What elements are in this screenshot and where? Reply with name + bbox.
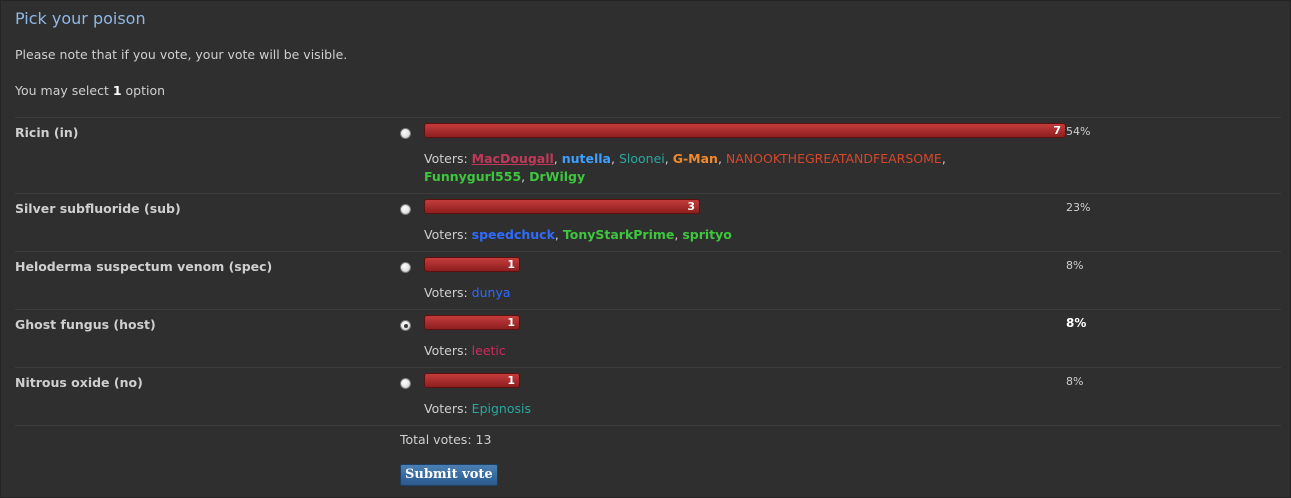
voter-separator: , <box>611 151 619 166</box>
option-radio[interactable] <box>400 378 411 389</box>
option-radio[interactable] <box>400 320 411 331</box>
voter-link[interactable]: NANOOKTHEGREATANDFEARSOME <box>726 151 942 166</box>
poll-option-row: Nitrous oxide (no) 1 8% Voters: Epignosi… <box>15 367 1281 426</box>
voter-separator: , <box>717 151 726 166</box>
voter-link[interactable]: TonyStarkPrime <box>563 227 675 242</box>
voter-link[interactable]: speedchuck <box>472 227 555 242</box>
vote-percent: 23% <box>1066 201 1091 214</box>
voter-link[interactable]: G-Man <box>673 151 718 166</box>
voters-label: Voters: <box>424 343 468 358</box>
option-label: Ricin (in) <box>15 125 79 140</box>
poll-option-row: Silver subfluoride (sub) 3 23% Voters: s… <box>15 193 1281 252</box>
result-bar: 1 <box>424 257 520 272</box>
option-radio[interactable] <box>400 204 411 215</box>
voter-separator: , <box>554 227 563 242</box>
vote-count: 1 <box>507 316 515 329</box>
voters-label: Voters: <box>424 151 468 166</box>
select-prefix: You may select <box>15 83 113 98</box>
vote-count: 7 <box>1053 124 1061 137</box>
option-label: Heloderma suspectum venom (spec) <box>15 259 273 274</box>
voter-list: Voters: leetic <box>424 342 1034 360</box>
voter-names: leetic <box>472 343 506 358</box>
total-votes: Total votes: 13 <box>400 432 492 447</box>
voter-separator: , <box>521 169 530 184</box>
divider <box>15 425 1281 426</box>
voter-link[interactable]: Funnygurl555 <box>424 169 521 184</box>
voter-names: dunya <box>472 285 511 300</box>
option-label: Nitrous oxide (no) <box>15 375 143 390</box>
voter-link[interactable]: sprityo <box>682 227 732 242</box>
option-label: Ghost fungus (host) <box>15 317 156 332</box>
voter-link[interactable]: Epignosis <box>472 401 531 416</box>
result-bar: 7 <box>424 123 1066 138</box>
voter-link[interactable]: leetic <box>472 343 506 358</box>
voter-separator: , <box>664 151 673 166</box>
option-radio[interactable] <box>400 128 411 139</box>
voter-names: MacDougall, nutella, Sloonei, G-Man, NAN… <box>424 151 946 184</box>
voters-label: Voters: <box>424 401 468 416</box>
voter-list: Voters: dunya <box>424 284 1034 302</box>
poll-option-row: Ghost fungus (host) 1 8% Voters: leetic <box>15 309 1281 368</box>
select-suffix: option <box>121 83 166 98</box>
vote-percent: 54% <box>1066 125 1091 138</box>
voter-link[interactable]: DrWilgy <box>529 169 585 184</box>
voter-separator: , <box>941 151 946 166</box>
voter-names: speedchuck, TonyStarkPrime, sprityo <box>472 227 732 242</box>
voter-link[interactable]: nutella <box>562 151 611 166</box>
voter-link[interactable]: Sloonei <box>619 151 665 166</box>
visibility-note: Please note that if you vote, your vote … <box>15 47 348 62</box>
voter-separator: , <box>553 151 562 166</box>
result-bar: 3 <box>424 199 700 214</box>
voters-label: Voters: <box>424 227 468 242</box>
select-limit-note: You may select 1 option <box>15 83 165 98</box>
voters-label: Voters: <box>424 285 468 300</box>
vote-count: 1 <box>507 374 515 387</box>
submit-vote-button[interactable]: Submit vote <box>400 464 498 486</box>
vote-count: 3 <box>687 200 695 213</box>
voter-link[interactable]: dunya <box>472 285 511 300</box>
vote-count: 1 <box>507 258 515 271</box>
result-bar: 1 <box>424 315 520 330</box>
vote-percent: 8% <box>1066 316 1087 330</box>
poll-option-row: Ricin (in) 7 54% Voters: MacDougall, nut… <box>15 117 1281 194</box>
poll-panel: Pick your poison Please note that if you… <box>0 0 1291 498</box>
voter-list: Voters: speedchuck, TonyStarkPrime, spri… <box>424 226 1034 244</box>
select-count: 1 <box>112 83 122 98</box>
result-bar: 1 <box>424 373 520 388</box>
voter-link[interactable]: MacDougall <box>472 151 554 166</box>
poll-title: Pick your poison <box>15 9 146 28</box>
voter-list: Voters: Epignosis <box>424 400 1034 418</box>
vote-percent: 8% <box>1066 375 1084 388</box>
voter-names: Epignosis <box>472 401 531 416</box>
voter-list: Voters: MacDougall, nutella, Sloonei, G-… <box>424 150 1034 186</box>
option-radio[interactable] <box>400 262 411 273</box>
option-label: Silver subfluoride (sub) <box>15 201 181 216</box>
vote-percent: 8% <box>1066 259 1084 272</box>
poll-option-row: Heloderma suspectum venom (spec) 1 8% Vo… <box>15 251 1281 310</box>
